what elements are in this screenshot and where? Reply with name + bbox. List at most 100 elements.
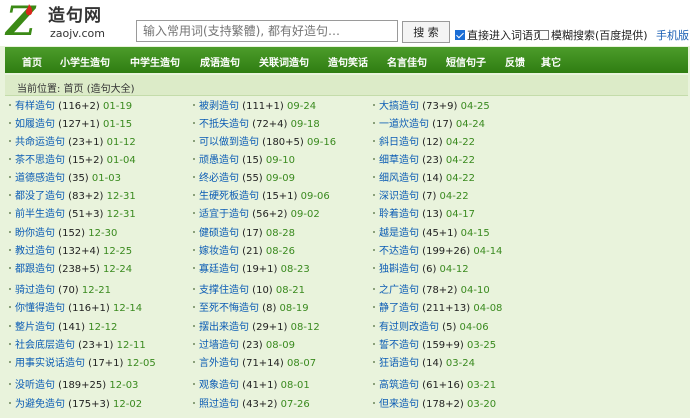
list-item-link[interactable]: 顽愚造句: [199, 155, 239, 166]
list-item-link[interactable]: 但来造句: [379, 399, 419, 410]
list-item-link[interactable]: 摆出来造句: [199, 322, 249, 333]
list-item-link[interactable]: 聆着造句: [379, 209, 419, 220]
site-logo[interactable]: Z 造句网 zaojv.com: [6, 0, 130, 44]
list-item-count: (10): [249, 285, 276, 296]
bullet-icon: [193, 104, 195, 106]
list-item-count: (199+26): [419, 246, 474, 257]
list-item-date: 08-23: [280, 264, 310, 275]
list-item-link[interactable]: 终必造句: [199, 173, 239, 184]
list-item: 嫁妆造句 (21) 08-26: [193, 246, 295, 258]
list-item-link[interactable]: 越是造句: [379, 228, 419, 239]
list-item-link[interactable]: 之广造句: [379, 285, 419, 296]
list-item-link[interactable]: 道德感造句: [15, 173, 65, 184]
direct-entry-checkbox[interactable]: [455, 30, 465, 40]
fuzzy-search-checkbox[interactable]: [539, 30, 549, 40]
list-item-link[interactable]: 观象造句: [199, 380, 239, 391]
bullet-icon: [373, 249, 375, 251]
list-item: 共命运造句 (23+1) 01-12: [9, 137, 136, 149]
list-item-link[interactable]: 为避免造句: [15, 399, 65, 410]
search-input[interactable]: [136, 20, 398, 42]
nav-item-middle-school[interactable]: 中学生造句: [130, 54, 180, 69]
list-item-link[interactable]: 细风造句: [379, 173, 419, 184]
list-item-link[interactable]: 至死不悔造句: [199, 303, 259, 314]
list-item-link[interactable]: 支撑住造句: [199, 285, 249, 296]
list-item-link[interactable]: 都没了造句: [15, 191, 65, 202]
bullet-icon: [9, 288, 11, 290]
list-item: 寡廷造句 (19+1) 08-23: [193, 264, 310, 276]
list-item: 整片造句 (141) 12-12: [9, 322, 117, 334]
list-item-link[interactable]: 不达造句: [379, 246, 419, 257]
nav-item-conjunction[interactable]: 关联词造句: [259, 54, 309, 69]
list-item-link[interactable]: 共命运造句: [15, 137, 65, 148]
list-item-link[interactable]: 没听造句: [15, 380, 55, 391]
list-item-link[interactable]: 可以做到造句: [199, 137, 259, 148]
list-item-date: 12-03: [109, 380, 139, 391]
nav-item-primary-school[interactable]: 小学生造句: [60, 54, 110, 69]
list-item: 但来造句 (178+2) 03-20: [373, 399, 496, 411]
list-item-link[interactable]: 狂语造句: [379, 358, 419, 369]
list-item-link[interactable]: 嫁妆造句: [199, 246, 239, 257]
list-item-date: 09-06: [300, 191, 330, 202]
list-item-link[interactable]: 一道炊造句: [379, 119, 429, 130]
list-item-link[interactable]: 高筑造句: [379, 380, 419, 391]
search-button[interactable]: 搜 索: [402, 21, 450, 43]
option-fuzzy-search[interactable]: 模糊搜索(百度提供): [539, 27, 648, 43]
list-item-link[interactable]: 前半生造句: [15, 209, 65, 220]
list-item-link[interactable]: 大搞造句: [379, 101, 419, 112]
list-item-link[interactable]: 斜日造句: [379, 137, 419, 148]
list-item-count: (211+13): [419, 303, 474, 314]
list-item-link[interactable]: 适宜于造句: [199, 209, 249, 220]
list-item-link[interactable]: 过墙造句: [199, 340, 239, 351]
list-item-link[interactable]: 独斟造句: [379, 264, 419, 275]
list-item-link[interactable]: 寡廷造句: [199, 264, 239, 275]
nav-item-jokes[interactable]: 造句笑话: [328, 54, 368, 69]
list-item-link[interactable]: 言外造句: [199, 358, 239, 369]
list-item: 被剥造句 (111+1) 09-24: [193, 101, 316, 113]
list-item-link[interactable]: 有过则改造句: [379, 322, 439, 333]
list-item: 有样造句 (116+2) 01-19: [9, 101, 132, 113]
nav-item-other[interactable]: 其它: [541, 54, 561, 69]
list-item-link[interactable]: 静了造句: [379, 303, 419, 314]
list-item: 聆着造句 (13) 04-17: [373, 209, 475, 221]
list-item-link[interactable]: 用事实说话造句: [15, 358, 85, 369]
list-item-count: (12): [419, 137, 446, 148]
nav-item-idiom[interactable]: 成语造句: [200, 54, 240, 69]
nav-item-quotes[interactable]: 名言佳句: [387, 54, 427, 69]
nav-item-home[interactable]: 首页: [22, 54, 42, 69]
bullet-icon: [373, 325, 375, 327]
list-item-link[interactable]: 盼你造句: [15, 228, 55, 239]
option-direct-entry[interactable]: 直接进入词语页: [455, 27, 544, 43]
list-item-link[interactable]: 如履造句: [15, 119, 55, 130]
nav-item-feedback[interactable]: 反馈: [505, 54, 525, 69]
list-item-count: (175+3): [65, 399, 113, 410]
list-item: 之广造句 (78+2) 04-10: [373, 285, 490, 297]
list-item-link[interactable]: 茶不思造句: [15, 155, 65, 166]
list-item-date: 04-10: [460, 285, 490, 296]
list-item-link[interactable]: 有样造句: [15, 101, 55, 112]
list-item-link[interactable]: 生硬死板造句: [199, 191, 259, 202]
list-item-date: 12-12: [88, 322, 118, 333]
list-item-count: (23+1): [75, 340, 117, 351]
list-item-link[interactable]: 细草造句: [379, 155, 419, 166]
list-item-date: 12-02: [113, 399, 143, 410]
list-item-link[interactable]: 深识造句: [379, 191, 419, 202]
list-item-date: 12-05: [126, 358, 156, 369]
list-item-link[interactable]: 整片造句: [15, 322, 55, 333]
bullet-icon: [193, 231, 195, 233]
list-item-date: 04-22: [445, 173, 475, 184]
list-item-link[interactable]: 骑过造句: [15, 285, 55, 296]
list-item-link[interactable]: 誓不造句: [379, 340, 419, 351]
list-item-link[interactable]: 照过造句: [199, 399, 239, 410]
list-item-link[interactable]: 社会底层造句: [15, 340, 75, 351]
list-item-link[interactable]: 教过造句: [15, 246, 55, 257]
list-item-date: 08-01: [280, 380, 310, 391]
list-item-date: 04-22: [439, 191, 469, 202]
nav-item-sms[interactable]: 短信句子: [446, 54, 486, 69]
list-item-link[interactable]: 被剥造句: [199, 101, 239, 112]
list-item-link[interactable]: 都跟造句: [15, 264, 55, 275]
list-item-count: (5): [439, 322, 460, 333]
list-item-link[interactable]: 你懂得造句: [15, 303, 65, 314]
list-item-link[interactable]: 不抵失造句: [199, 119, 249, 130]
list-item-link[interactable]: 健硕造句: [199, 228, 239, 239]
mobile-version-link[interactable]: 手机版: [656, 27, 689, 43]
